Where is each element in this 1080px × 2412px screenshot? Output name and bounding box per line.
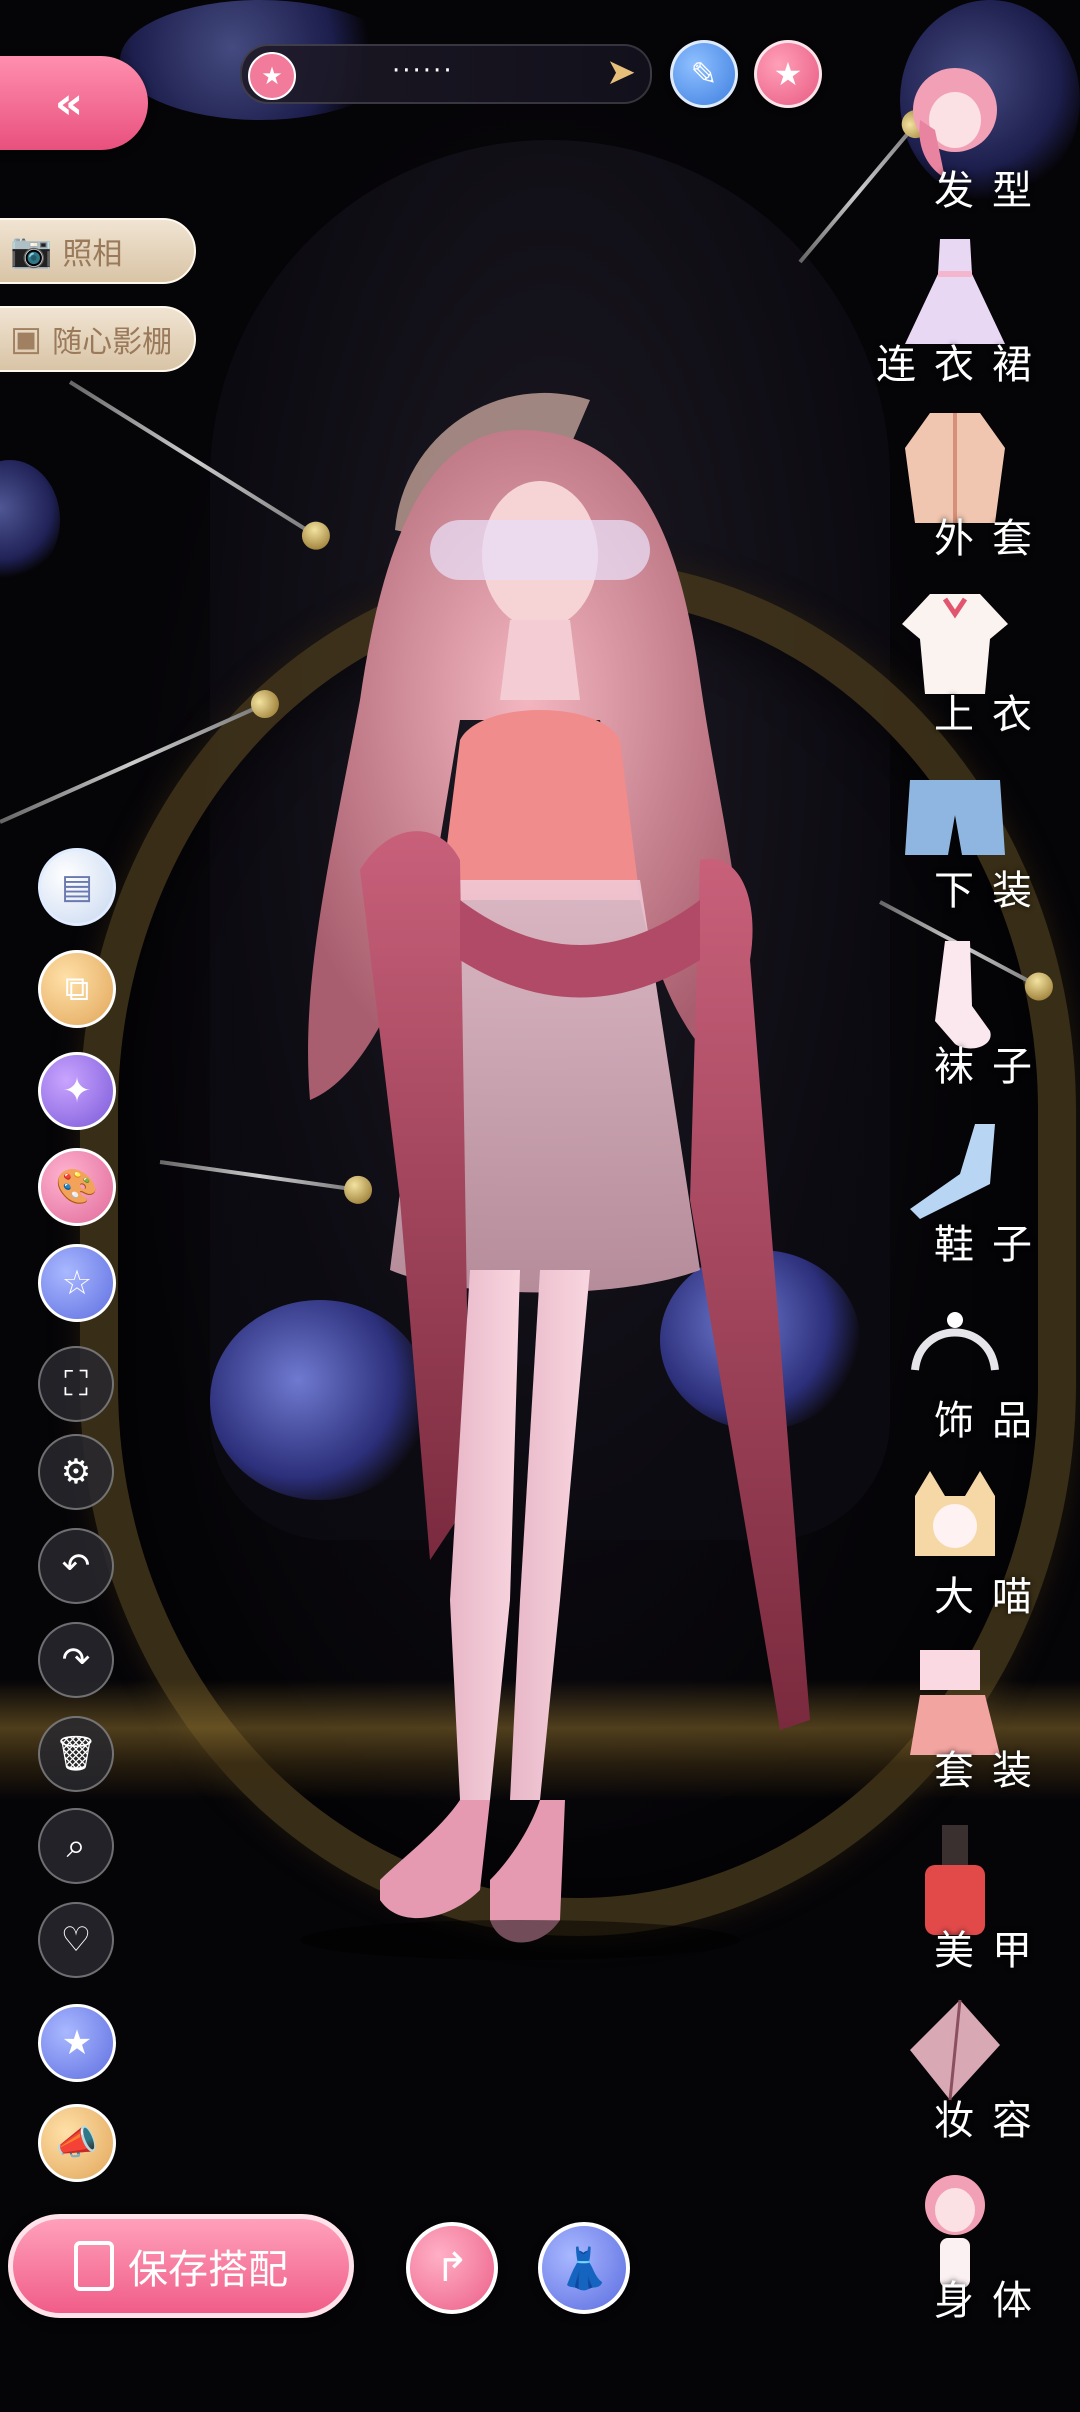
megaphone-icon: 📣 [55, 2123, 99, 2163]
category-hairstyle[interactable]: 发型 [870, 60, 1080, 220]
preset-icon: ▤ [60, 867, 94, 907]
camera-icon: 📷 [10, 231, 53, 271]
pose-icon: ☆ [61, 1263, 93, 1303]
save-outfit-button[interactable]: 保存搭配 [8, 2214, 354, 2318]
dress-icon: 👗 [559, 2245, 609, 2292]
star-badge-icon: ★ [61, 2023, 93, 2063]
favorite-button[interactable]: ★ [754, 40, 822, 108]
tool-layers-button[interactable]: ⧉ [38, 950, 116, 1028]
outfit-view-button[interactable]: 👗 [538, 2222, 630, 2314]
announcement-button[interactable]: 📣 [38, 2104, 116, 2182]
tool-preset-button[interactable]: ▤ [38, 848, 116, 926]
category-label: 袜子 [934, 1044, 1050, 1090]
zoom-button[interactable]: ⌕ [38, 1808, 114, 1884]
arrow-right-icon: ➤ [605, 52, 636, 93]
fullscreen-button[interactable]: ⛶ [38, 1346, 114, 1422]
trash-icon: 🗑 [54, 1734, 98, 1774]
category-label: 身体 [934, 2278, 1050, 2324]
outfit-name-bar[interactable]: ★ ······ ➤ [240, 44, 652, 104]
redo-icon: ↷ [61, 1640, 91, 1680]
star-icon: ★ [773, 55, 803, 93]
category-label: 外套 [934, 516, 1050, 562]
star-icon: ★ [248, 52, 296, 100]
share-icon: ↱ [435, 2245, 469, 2291]
category-label: 美甲 [934, 1928, 1050, 1974]
category-label: 下装 [934, 868, 1050, 914]
tool-search-button[interactable]: ✦ [38, 1052, 116, 1130]
box-icon: ▣ [10, 319, 43, 359]
category-shoes[interactable]: 鞋子 [870, 1114, 1080, 1274]
category-label: 饰品 [934, 1398, 1050, 1444]
category-sets[interactable]: 套装 [870, 1640, 1080, 1800]
category-coat[interactable]: 外套 [870, 408, 1080, 568]
category-dress[interactable]: 连衣裙 [870, 234, 1080, 394]
share-button[interactable]: ↱ [406, 2222, 498, 2314]
category-label: 套装 [934, 1748, 1050, 1794]
category-socks[interactable]: 袜子 [870, 936, 1080, 1096]
gear-icon: ⚙ [60, 1452, 92, 1492]
category-label: 大喵 [934, 1574, 1050, 1620]
category-accessories[interactable]: 饰品 [870, 1290, 1080, 1450]
edit-button[interactable]: ✎ [670, 40, 738, 108]
undo-icon: ↶ [61, 1546, 91, 1586]
outfit-name: ······ [392, 56, 454, 86]
studio-button[interactable]: ▣ 随心影棚 [0, 306, 196, 372]
delete-button[interactable]: 🗑 [38, 1716, 114, 1792]
category-top[interactable]: 上衣 [870, 584, 1080, 744]
category-label: 上衣 [934, 692, 1050, 738]
save-outfit-label: 保存搭配 [128, 2247, 288, 2293]
photo-label: 照相 [62, 237, 123, 272]
like-button[interactable]: ♡ [38, 1902, 114, 1978]
fullscreen-icon: ⛶ [64, 1364, 88, 1404]
category-makeup[interactable]: 妆容 [870, 1990, 1080, 2150]
search-sparkle-icon: ✦ [62, 1071, 92, 1111]
category-body[interactable]: 身体 [870, 2170, 1080, 2330]
category-label: 鞋子 [934, 1222, 1050, 1268]
save-icon [74, 2241, 114, 2291]
zoom-icon: ⌕ [66, 1826, 86, 1866]
tool-pose-button[interactable]: ☆ [38, 1244, 116, 1322]
category-bottoms[interactable]: 下装 [870, 760, 1080, 920]
palette-icon: 🎨 [55, 1167, 99, 1207]
pencil-icon: ✎ [690, 55, 718, 93]
tool-palette-button[interactable]: 🎨 [38, 1148, 116, 1226]
star-badge-button[interactable]: ★ [38, 2004, 116, 2082]
category-label: 妆容 [934, 2098, 1050, 2144]
undo-button[interactable]: ↶ [38, 1528, 114, 1604]
layers-icon: ⧉ [64, 969, 90, 1009]
category-cat[interactable]: 大喵 [870, 1466, 1080, 1626]
photo-button[interactable]: 📷 照相 [0, 218, 196, 284]
studio-label: 随心影棚 [52, 325, 173, 360]
double-chevron-left-icon: « [54, 77, 84, 129]
heart-icon: ♡ [60, 1920, 92, 1960]
category-label: 发型 [934, 168, 1050, 214]
back-button[interactable]: « [0, 56, 148, 150]
redo-button[interactable]: ↷ [38, 1622, 114, 1698]
category-label: 连衣裙 [876, 342, 1050, 388]
category-nails[interactable]: 美甲 [870, 1820, 1080, 1980]
settings-button[interactable]: ⚙ [38, 1434, 114, 1510]
